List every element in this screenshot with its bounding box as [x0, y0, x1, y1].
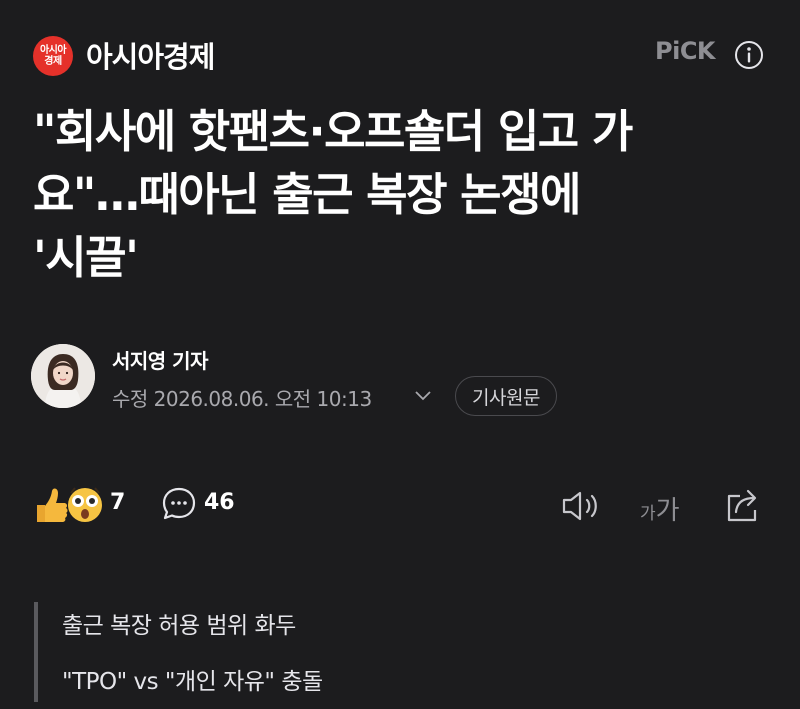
font-size-button[interactable]: 가가: [640, 490, 680, 527]
pick-label: PiCK: [655, 37, 716, 65]
reaction-count[interactable]: 7: [110, 490, 125, 515]
info-circle-icon[interactable]: [734, 40, 764, 70]
press-logo-line2: 경제: [44, 56, 62, 67]
title-line-1: "회사에 핫팬츠·오프숄더 입고 가: [33, 105, 633, 158]
summary-line-2: "TPO" vs "개인 자유" 충돌: [62, 669, 323, 695]
article-title: "회사에 핫팬츠·오프숄더 입고 가 요"…때아닌 출근 복장 논쟁에 '시끌': [33, 100, 773, 289]
press-name[interactable]: 아시아경제: [86, 34, 215, 76]
summary-divider: [34, 602, 38, 702]
reaction-button[interactable]: [33, 485, 109, 525]
article-dateline: 수정 2026.08.06. 오전 10:13: [112, 387, 372, 411]
chevron-down-icon[interactable]: [413, 388, 433, 402]
reporter-photo-icon: [31, 344, 95, 408]
summary-line-1: 출근 복장 허용 범위 화두: [62, 613, 296, 639]
press-logo-line1: 아시아: [39, 45, 67, 56]
share-icon[interactable]: [724, 486, 764, 524]
press-logo[interactable]: 아시아 경제: [33, 36, 73, 76]
font-size-small-label: 가: [640, 504, 656, 524]
speaker-icon[interactable]: [560, 488, 602, 524]
speech-bubble-icon[interactable]: [161, 486, 197, 522]
reporter-name[interactable]: 서지영 기자: [112, 345, 208, 374]
reporter-avatar[interactable]: [31, 344, 95, 408]
comment-count[interactable]: 46: [204, 490, 235, 515]
original-article-label: 기사원문: [472, 386, 540, 409]
font-size-big-label: 가: [655, 496, 680, 526]
title-line-3: '시끌': [33, 231, 139, 284]
title-line-2: 요"…때아닌 출근 복장 논쟁에: [33, 168, 581, 221]
thumbs-up-icon: [37, 488, 68, 522]
original-article-button[interactable]: 기사원문: [455, 376, 557, 416]
surprised-face-icon: [68, 487, 102, 522]
